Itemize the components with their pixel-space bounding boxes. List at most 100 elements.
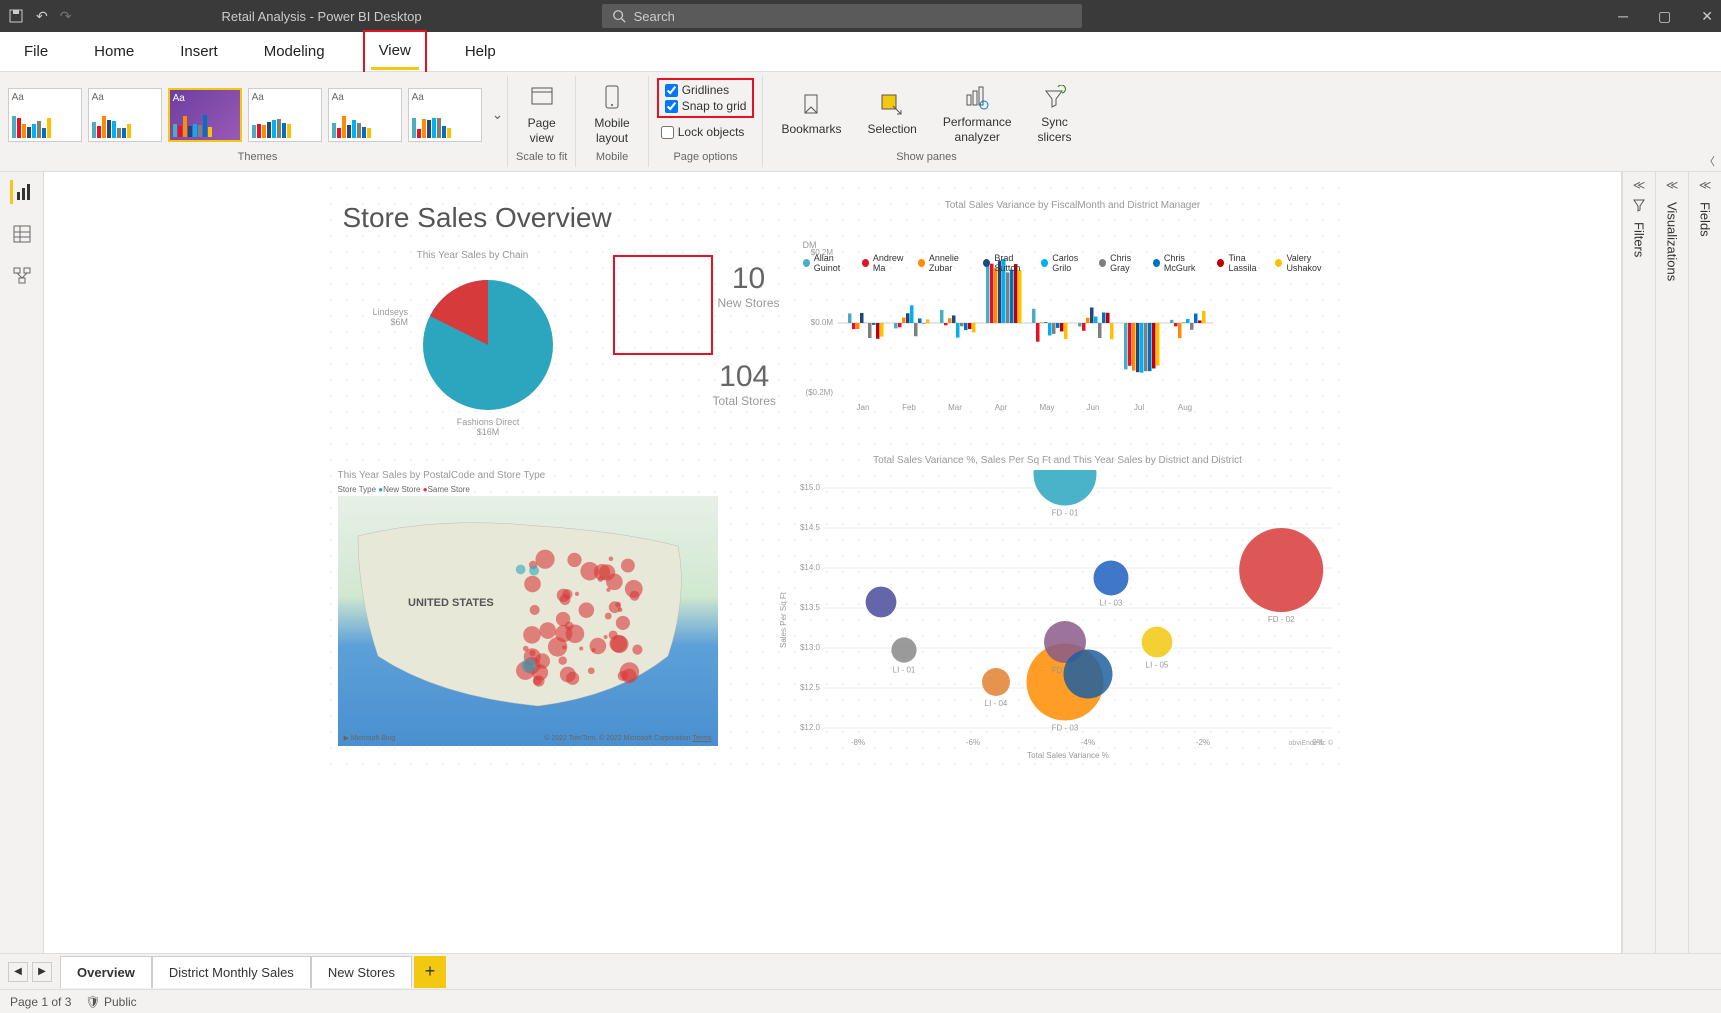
search-box[interactable]: Search	[602, 4, 1082, 28]
page-tab-district[interactable]: District Monthly Sales	[152, 956, 311, 988]
tab-help[interactable]: Help	[457, 35, 504, 68]
lock-objects-checkbox[interactable]: Lock objects	[657, 124, 749, 140]
svg-text:-2%: -2%	[1195, 738, 1209, 747]
svg-text:FD - 01: FD - 01	[1051, 509, 1078, 518]
search-placeholder: Search	[634, 9, 675, 24]
svg-text:Feb: Feb	[902, 403, 916, 412]
bookmarks-button[interactable]: Bookmarks	[771, 88, 851, 140]
report-view-icon[interactable]	[10, 180, 34, 204]
page-title: Store Sales Overview	[343, 202, 612, 234]
svg-text:Sales Per Sq Ft: Sales Per Sq Ft	[779, 591, 788, 648]
svg-text:May: May	[1039, 403, 1054, 412]
svg-text:Aug: Aug	[1177, 403, 1191, 412]
tab-modeling[interactable]: Modeling	[256, 35, 333, 68]
svg-text:$14.0: $14.0	[799, 563, 820, 572]
right-pane-container: ≪ Filters ≪ Visualizations ≪ Fields	[1621, 172, 1721, 953]
selection-button[interactable]: Selection	[857, 88, 926, 140]
data-view-icon[interactable]	[10, 222, 34, 246]
theme-swatch-5[interactable]: Aa	[408, 88, 482, 142]
performance-analyzer-button[interactable]: Performance analyzer	[933, 81, 1022, 148]
chevron-left-icon[interactable]: ≪	[1699, 178, 1712, 192]
page-indicator: Page 1 of 3	[10, 995, 71, 1009]
scatter-visual[interactable]: Total Sales Variance %, Sales Per Sq Ft …	[778, 455, 1338, 765]
svg-text:-4%: -4%	[1080, 738, 1094, 747]
page-tabs: ◀ ▶ Overview District Monthly Sales New …	[0, 953, 1721, 989]
close-icon[interactable]: ✕	[1701, 8, 1713, 25]
svg-text:Total Sales Variance %: Total Sales Variance %	[1027, 751, 1109, 760]
bar-chart-visual[interactable]: Total Sales Variance by FiscalMonth and …	[803, 200, 1343, 440]
report-page[interactable]: Store Sales Overview This Year Sales by …	[323, 180, 1343, 780]
collapse-ribbon-icon[interactable]: 〈	[1704, 153, 1715, 169]
svg-text:$14.5: $14.5	[799, 523, 820, 532]
svg-text:LI - 04: LI - 04	[984, 699, 1007, 708]
tab-insert[interactable]: Insert	[172, 35, 226, 68]
theme-swatch-4[interactable]: Aa	[328, 88, 402, 142]
svg-text:LI - 01: LI - 01	[892, 666, 915, 675]
ribbon: AaAaAaAaAaAa⌄ Themes Page view Scale to …	[0, 72, 1721, 172]
svg-text:LI - 03: LI - 03	[1099, 599, 1122, 608]
next-page-icon[interactable]: ▶	[32, 962, 52, 982]
page-tab-new-stores[interactable]: New Stores	[311, 956, 412, 988]
svg-text:($0.2M): ($0.2M)	[805, 388, 833, 397]
view-switcher-rail	[0, 172, 44, 953]
maximize-icon[interactable]: ▢	[1658, 8, 1671, 25]
chevron-left-icon[interactable]: ≪	[1633, 178, 1646, 192]
gridlines-checkbox[interactable]: Gridlines	[661, 82, 751, 98]
theme-swatch-0[interactable]: Aa	[8, 88, 82, 142]
themes-group-label: Themes	[238, 151, 278, 165]
svg-text:FD - 03: FD - 03	[1051, 724, 1078, 733]
svg-text:Apr: Apr	[994, 403, 1007, 412]
svg-text:$0.0M: $0.0M	[810, 318, 833, 327]
pie-lindseys-label: Lindseys	[372, 307, 408, 317]
svg-text:$12.5: $12.5	[799, 683, 820, 692]
map-canvas[interactable]: UNITED STATES ▶ Microsoft Bing © 2022 To…	[338, 496, 718, 746]
filters-pane[interactable]: ≪ Filters	[1622, 172, 1655, 953]
prev-page-icon[interactable]: ◀	[8, 962, 28, 982]
redo-icon[interactable]: ↷	[60, 8, 72, 25]
title-bar: ↶ ↷ Retail Analysis - Power BI Desktop S…	[0, 0, 1721, 32]
sync-slicers-button[interactable]: Sync slicers	[1028, 81, 1082, 148]
theme-swatch-2[interactable]: Aa	[168, 88, 242, 142]
svg-text:-6%: -6%	[965, 738, 979, 747]
svg-text:$13.0: $13.0	[799, 643, 820, 652]
kpi-new-stores[interactable]: 10 New Stores	[718, 262, 780, 310]
svg-text:FD - 02: FD - 02	[1267, 615, 1294, 624]
svg-text:$15.0: $15.0	[799, 483, 820, 492]
status-bar: Page 1 of 3 🛡 Public	[0, 989, 1721, 1013]
page-tab-overview[interactable]: Overview	[60, 956, 152, 988]
add-page-button[interactable]: +	[414, 956, 446, 988]
svg-text:UNITED STATES: UNITED STATES	[408, 597, 494, 609]
undo-icon[interactable]: ↶	[36, 8, 48, 25]
tab-file[interactable]: File	[16, 35, 56, 68]
pie-chart-visual[interactable]: This Year Sales by Chain Lindseys $6M Fa…	[338, 250, 608, 450]
visualizations-pane[interactable]: ≪ Visualizations	[1655, 172, 1688, 953]
svg-text:obviEnce llc ©: obviEnce llc ©	[1288, 739, 1333, 747]
kpi-total-stores[interactable]: 104 Total Stores	[713, 360, 776, 408]
themes-dropdown-icon[interactable]: ⌄	[488, 106, 508, 123]
ribbon-tabs: File Home Insert Modeling View Help	[0, 32, 1721, 72]
fields-pane[interactable]: ≪ Fields	[1688, 172, 1721, 953]
theme-swatch-3[interactable]: Aa	[248, 88, 322, 142]
mobile-layout-button[interactable]: Mobile layout	[584, 80, 639, 149]
svg-text:Jun: Jun	[1086, 403, 1099, 412]
svg-text:Mar: Mar	[948, 403, 962, 412]
svg-text:Jan: Jan	[856, 403, 869, 412]
chevron-left-icon[interactable]: ≪	[1666, 178, 1679, 192]
report-canvas-area[interactable]: Store Sales Overview This Year Sales by …	[44, 172, 1621, 953]
page-view-button[interactable]: Page view	[518, 80, 566, 149]
tab-home[interactable]: Home	[86, 35, 142, 68]
model-view-icon[interactable]	[10, 264, 34, 288]
save-icon[interactable]	[8, 8, 24, 24]
svg-text:Jul: Jul	[1133, 403, 1143, 412]
tab-view[interactable]: View	[371, 34, 419, 70]
svg-text:LI - 05: LI - 05	[1145, 660, 1168, 669]
app-title: Retail Analysis - Power BI Desktop	[221, 9, 421, 24]
snap-to-grid-checkbox[interactable]: Snap to grid	[661, 98, 751, 114]
svg-text:Fashions Direct: Fashions Direct	[456, 417, 519, 427]
theme-swatch-1[interactable]: Aa	[88, 88, 162, 142]
minimize-icon[interactable]: ─	[1618, 8, 1628, 25]
map-visual[interactable]: This Year Sales by PostalCode and Store …	[338, 470, 718, 750]
highlight-box	[613, 255, 713, 355]
sensitivity-label[interactable]: 🛡 Public	[85, 995, 136, 1009]
bar-legend: DM Allan GuinotAndrew MaAnnelie ZubarBra…	[803, 240, 1343, 277]
